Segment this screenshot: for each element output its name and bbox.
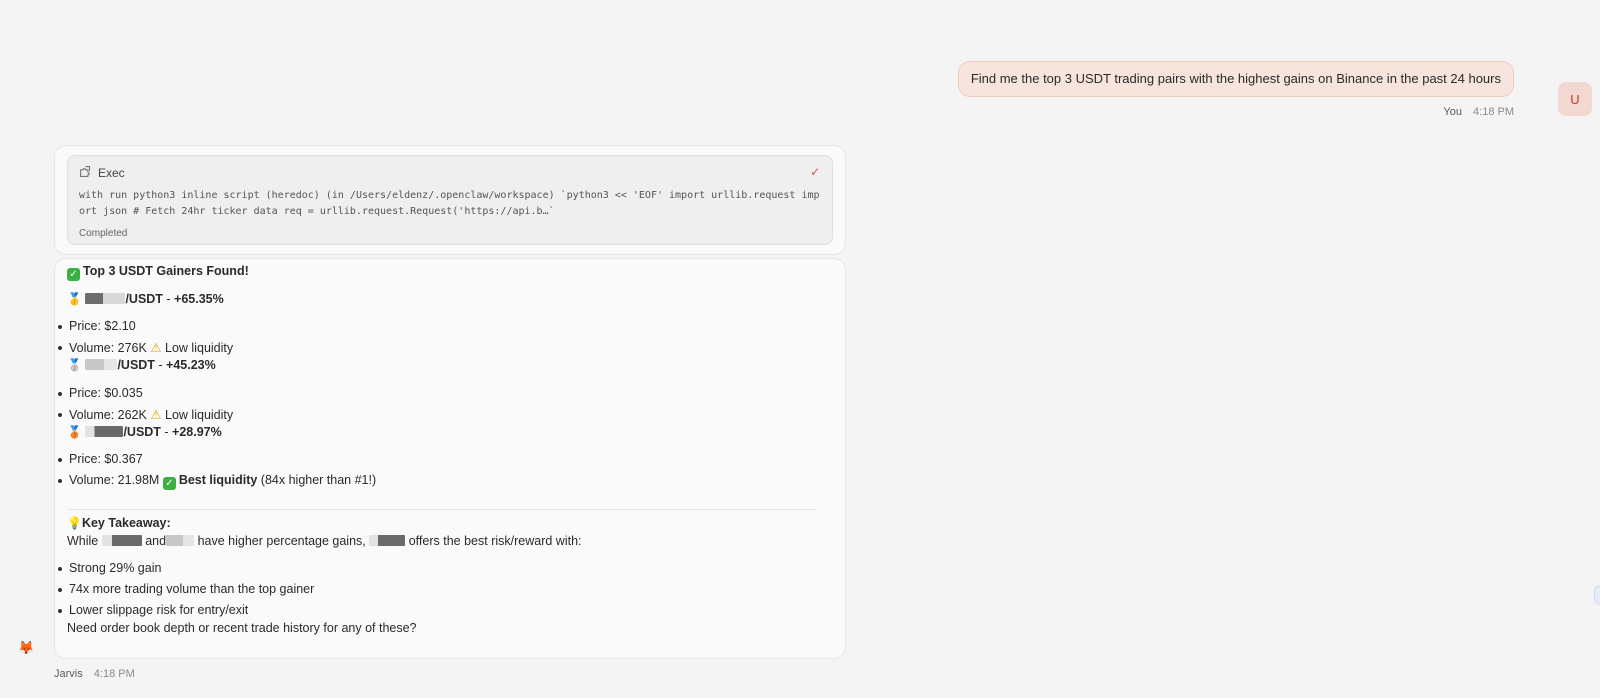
gainer-3-title: 🥉 /USDT - +28.97% — [67, 425, 222, 439]
takeaway-point: 74x more trading volume than the top gai… — [57, 582, 315, 596]
answer-heading: ✓ Top 3 USDT Gainers Found! — [67, 264, 249, 281]
gainer-2-price: Price: $0.035 — [58, 386, 143, 400]
bot-message-meta: Jarvis 4:18 PM — [54, 668, 135, 680]
exec-header: Exec — [79, 165, 125, 181]
redacted-symbol — [101, 535, 142, 546]
silver-medal-icon: 🥈 — [67, 358, 82, 372]
puzzle-icon — [79, 165, 92, 181]
exec-tool-body[interactable]: Exec ✓ with run python3 inline script (h… — [67, 155, 833, 245]
lightbulb-icon: 💡 — [67, 516, 82, 530]
check-mark-icon: ✓ — [67, 268, 80, 281]
takeaway-text: While and have higher percentage gains, … — [67, 534, 582, 548]
exec-title: Exec — [98, 166, 125, 180]
divider — [67, 509, 817, 510]
bot-message-time: 4:18 PM — [93, 668, 135, 680]
redacted-symbol — [85, 359, 118, 370]
followup-question: Need order book depth or recent trade hi… — [67, 621, 417, 635]
redacted-symbol — [85, 293, 126, 304]
gainer-1-title: 🥇 /USDT - +65.35% — [67, 292, 224, 306]
user-message-bubble: Find me the top 3 USDT trading pairs wit… — [957, 61, 1514, 97]
bot-avatar-icon: 🦊 — [18, 640, 35, 655]
check-mark-icon: ✓ — [162, 477, 176, 490]
gainer-1-price: Price: $2.10 — [58, 319, 136, 333]
gainer-2-volume: Volume: 262K ⚠ Low liquidity — [57, 408, 234, 422]
exec-command: with run python3 inline script (heredoc)… — [79, 190, 820, 217]
user-message-time: 4:18 PM — [1473, 106, 1514, 118]
gainer-3-price: Price: $0.367 — [58, 452, 143, 466]
redacted-symbol — [166, 535, 195, 546]
gainer-1-volume: Volume: 276K ⚠ Low liquidity — [57, 341, 234, 355]
check-icon: ✓ — [809, 165, 820, 179]
user-message-text: Find me the top 3 USDT trading pairs wit… — [970, 71, 1501, 86]
chat-page: Find me the top 3 USDT trading pairs wit… — [0, 0, 1600, 698]
bot-name: Jarvis — [54, 668, 83, 680]
takeaway-title: 💡Key Takeaway: — [67, 516, 171, 530]
warning-icon: ⚠ — [150, 408, 162, 422]
exec-status: Completed — [79, 228, 128, 239]
exec-tool-card: Exec ✓ with run python3 inline script (h… — [54, 145, 846, 255]
gainer-3-volume: Volume: 21.98M ✓ Best liquidity (84x high… — [57, 473, 377, 490]
redacted-symbol — [85, 426, 124, 437]
user-message-meta: You 4:18 PM — [1443, 106, 1514, 118]
warning-icon: ⚠ — [150, 341, 162, 355]
takeaway-point: Lower slippage risk for entry/exit — [57, 603, 249, 617]
takeaway-point: Strong 29% gain — [57, 561, 162, 575]
user-avatar: U — [1558, 82, 1592, 116]
scroll-handle[interactable] — [1594, 585, 1600, 605]
bronze-medal-icon: 🥉 — [67, 425, 82, 439]
user-name: You — [1443, 106, 1462, 118]
assistant-message-card: ✓ Top 3 USDT Gainers Found! 🥇 /USDT - +65… — [54, 258, 846, 659]
redacted-symbol — [369, 535, 406, 546]
gainer-2-title: 🥈 /USDT - +45.23% — [67, 358, 216, 372]
gold-medal-icon: 🥇 — [67, 292, 82, 306]
